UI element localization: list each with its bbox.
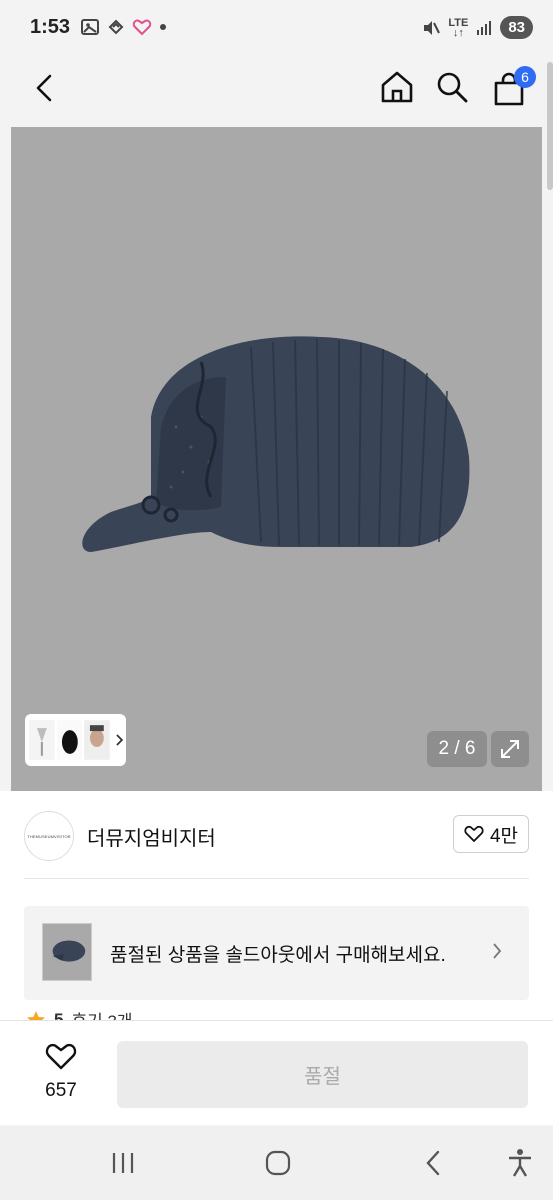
back-nav-icon bbox=[426, 1150, 440, 1176]
search-icon bbox=[437, 72, 468, 103]
status-bar: 1:53 LTE ↓↑ 83 bbox=[0, 0, 553, 58]
home-button[interactable] bbox=[378, 68, 416, 106]
thumbnail-1[interactable] bbox=[29, 720, 55, 760]
chevron-right-icon[interactable] bbox=[112, 732, 126, 748]
link-notification-icon bbox=[108, 19, 124, 35]
home-nav-icon bbox=[265, 1150, 291, 1176]
dot-notification-icon bbox=[160, 24, 166, 30]
product-image-gallery[interactable]: 2 / 6 bbox=[11, 127, 542, 791]
system-nav-bar bbox=[0, 1126, 553, 1200]
accessibility-icon bbox=[509, 1149, 531, 1177]
battery-indicator: 83 bbox=[500, 16, 533, 39]
home-nav-button[interactable] bbox=[258, 1146, 298, 1180]
accessibility-button[interactable] bbox=[500, 1146, 540, 1180]
recent-apps-button[interactable] bbox=[103, 1146, 143, 1180]
mute-icon bbox=[424, 20, 441, 35]
back-arrow-icon bbox=[36, 74, 52, 102]
wish-count: 657 bbox=[45, 1080, 77, 1101]
shop-row[interactable]: THEMUSEUMVISITOR 더뮤지엄비지터 4만 bbox=[24, 811, 529, 861]
soldout-product-thumbnail bbox=[42, 923, 92, 981]
signal-icon bbox=[477, 20, 492, 35]
chevron-right-icon bbox=[493, 943, 502, 959]
cart-button[interactable]: 6 bbox=[490, 66, 536, 108]
back-nav-button[interactable] bbox=[413, 1146, 453, 1180]
thumbnail-3[interactable] bbox=[84, 720, 111, 760]
image-counter: 2 / 6 bbox=[427, 731, 487, 767]
expand-icon bbox=[501, 740, 519, 758]
heart-icon bbox=[464, 825, 484, 842]
wish-button[interactable]: 657 bbox=[28, 1043, 94, 1102]
heart-icon bbox=[45, 1043, 77, 1070]
bottom-action-bar: 657 품절 bbox=[0, 1020, 553, 1125]
status-time: 1:53 bbox=[30, 16, 71, 38]
gallery-notification-icon bbox=[81, 19, 99, 35]
status-system-icons: LTE ↓↑ 83 bbox=[422, 16, 533, 39]
product-image bbox=[82, 336, 470, 552]
home-icon bbox=[381, 71, 413, 103]
shop-like-count: 4만 bbox=[489, 825, 519, 847]
thumbnail-2[interactable] bbox=[56, 720, 83, 760]
soldout-notice-card[interactable]: 품절된 상품을 솔드아웃에서 구매해보세요. bbox=[24, 906, 529, 1000]
product-info: THEMUSEUMVISITOR 더뮤지엄비지터 4만 품절된 상품을 솔드아웃… bbox=[0, 791, 553, 1029]
heart-notification-icon bbox=[132, 19, 152, 36]
app-bar: 6 bbox=[0, 58, 553, 126]
search-button[interactable] bbox=[433, 68, 471, 106]
status-notifications bbox=[80, 17, 168, 37]
expand-button[interactable] bbox=[491, 731, 529, 767]
soldout-notice-text: 품절된 상품을 솔드아웃에서 구매해보세요. bbox=[110, 945, 446, 966]
lte-indicator: LTE ↓↑ bbox=[448, 16, 469, 39]
shop-logo[interactable]: THEMUSEUMVISITOR bbox=[24, 811, 74, 861]
shop-name[interactable]: 더뮤지엄비지터 bbox=[87, 822, 216, 851]
recent-apps-icon bbox=[112, 1153, 134, 1173]
cart-count-badge: 6 bbox=[514, 66, 536, 88]
divider bbox=[24, 878, 529, 879]
shop-like-button[interactable]: 4만 bbox=[453, 815, 529, 853]
back-button[interactable] bbox=[28, 70, 60, 106]
scroll-indicator bbox=[547, 62, 553, 190]
soldout-button[interactable]: 품절 bbox=[117, 1041, 528, 1108]
thumbnail-strip[interactable] bbox=[25, 714, 126, 766]
